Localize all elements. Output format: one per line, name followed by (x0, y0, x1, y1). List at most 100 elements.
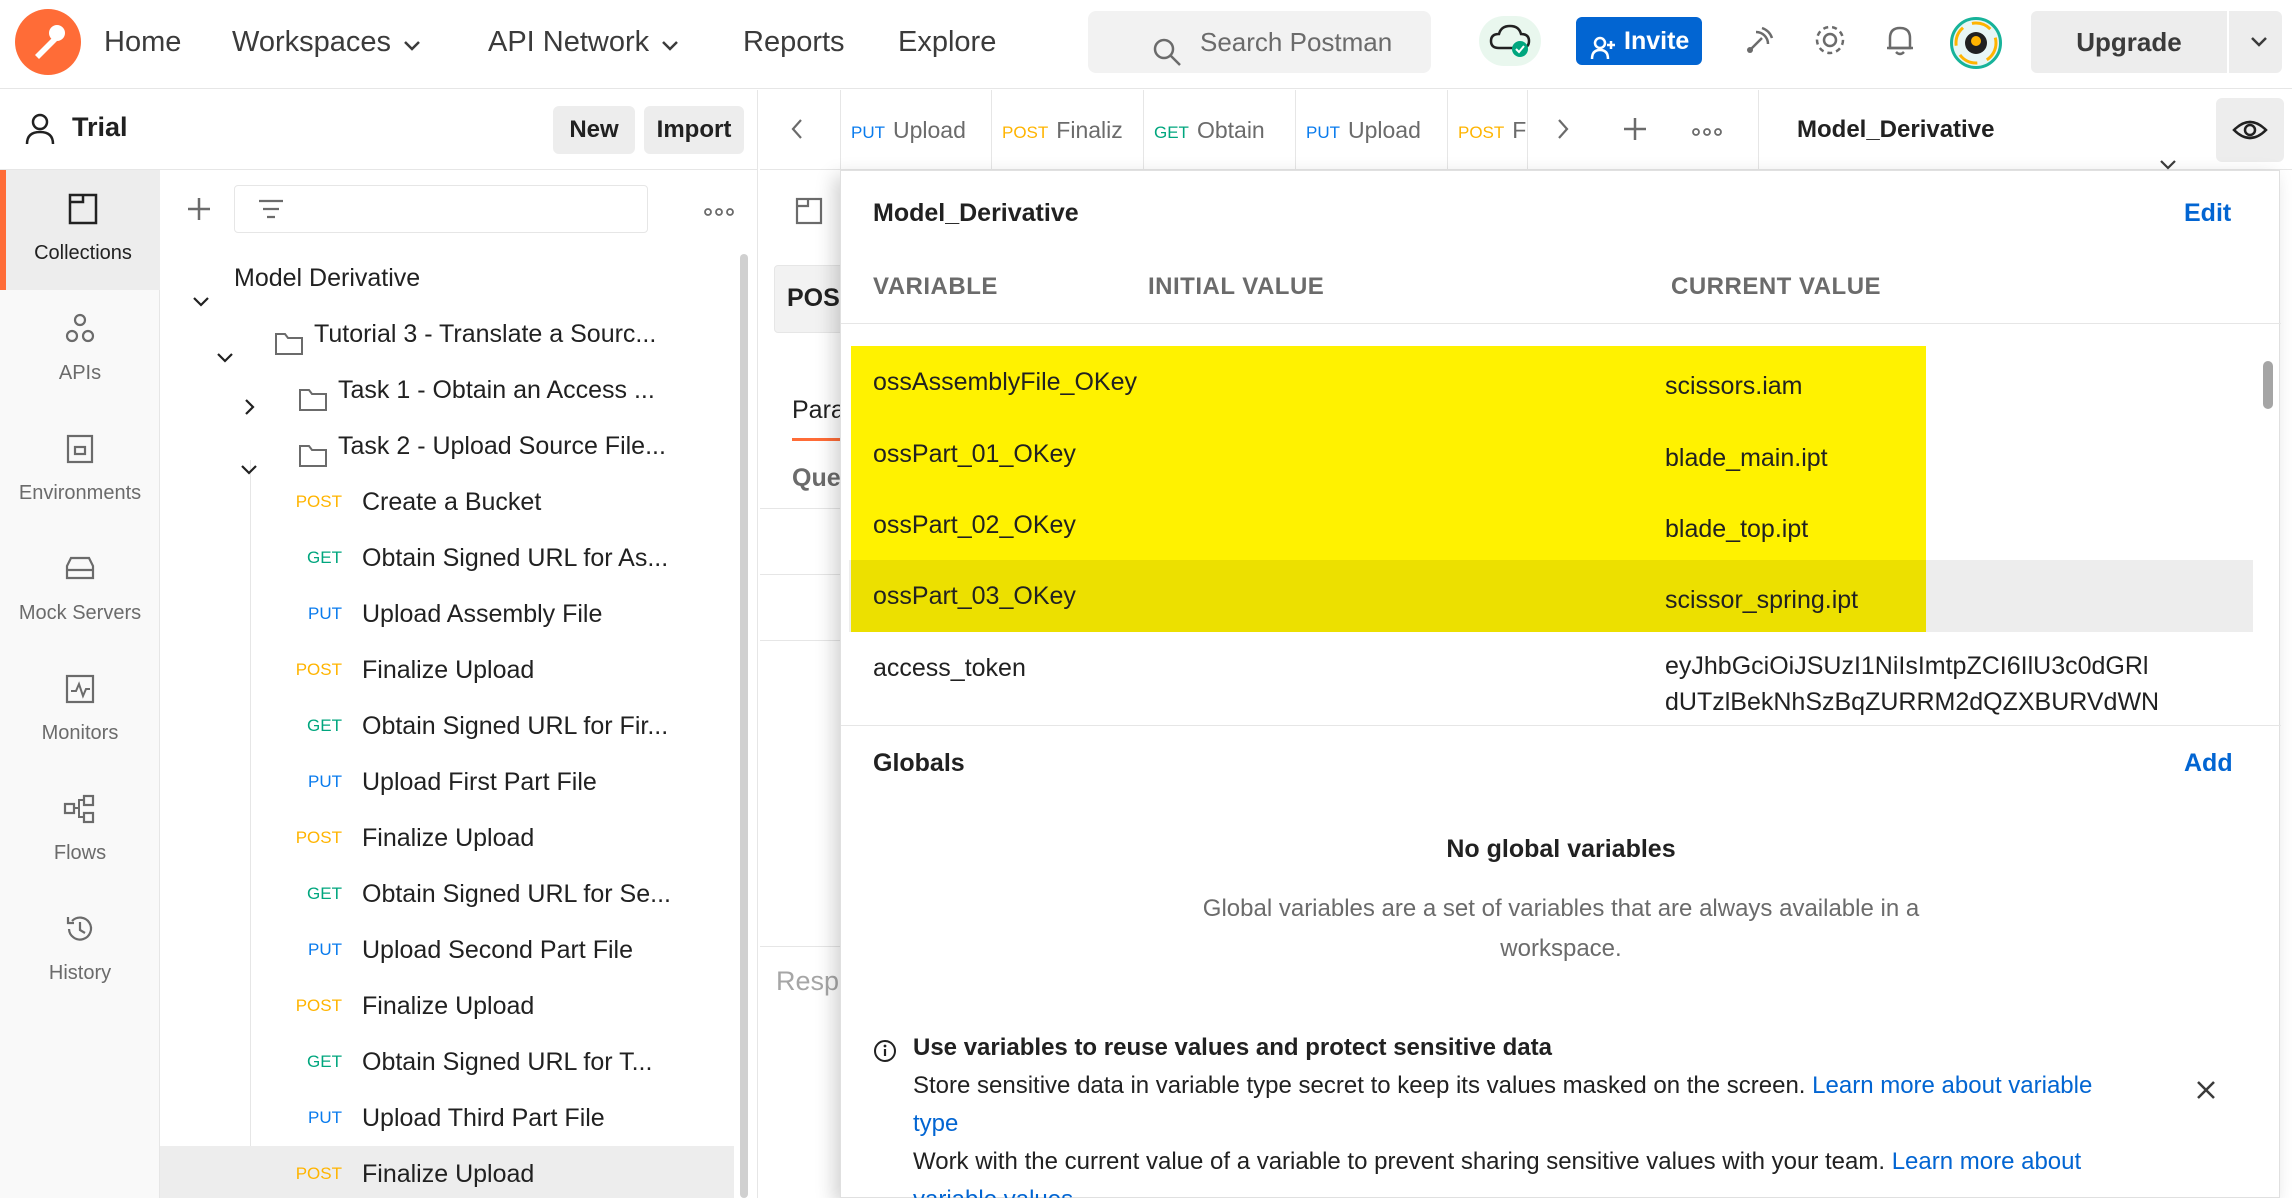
add-global-link[interactable]: Add (2184, 749, 2233, 778)
postman-logo-icon[interactable] (15, 9, 81, 75)
search-input[interactable]: Search Postman (1088, 11, 1431, 73)
new-tab-icon[interactable] (1622, 116, 1648, 147)
mock-servers-icon (0, 552, 160, 592)
tab-3[interactable]: GET Obtain (1144, 90, 1296, 170)
request-item[interactable]: GET Obtain Signed URL for Se... (160, 866, 734, 922)
tab-2[interactable]: POST Finaliz (992, 90, 1144, 170)
edit-env-link[interactable]: Edit (2184, 199, 2231, 228)
variable-row[interactable]: ossAssemblyFile_OKey scissors.iam (849, 346, 2253, 418)
request-item[interactable]: POST Finalize Upload (160, 810, 734, 866)
request-item[interactable]: PUT Upload Assembly File (160, 586, 734, 642)
workspace-name[interactable]: Trial (72, 112, 128, 143)
variable-current-value: scissor_spring.ipt (1665, 586, 1859, 614)
tree-folder-task1[interactable]: Task 1 - Obtain an Access ... (160, 362, 734, 418)
active-tab-indicator (792, 438, 842, 441)
variable-row[interactable]: access_token eyJhbGciOiJSUzI1NiIsImtpZCI… (849, 632, 2253, 722)
learn-more-variable-type-link[interactable]: Learn more about variable (1812, 1072, 2092, 1099)
tree-collection[interactable]: Model Derivative (160, 250, 734, 307)
request-icon (794, 196, 824, 231)
request-item[interactable]: GET Obtain Signed URL for Fir... (160, 698, 734, 754)
filter-icon (257, 198, 285, 225)
variable-row[interactable]: ossPart_01_OKey blade_main.ipt (849, 418, 2253, 490)
request-name: Obtain Signed URL for Fir... (362, 712, 669, 740)
apis-icon (0, 312, 160, 352)
request-item[interactable]: GET Obtain Signed URL for As... (160, 530, 734, 586)
request-item[interactable]: POST Finalize Upload (160, 978, 734, 1034)
tree-folder-task2[interactable]: Task 2 - Upload Source File... (160, 418, 734, 475)
request-item[interactable]: PUT Upload Second Part File (160, 922, 734, 978)
chevron-left-icon[interactable] (790, 118, 804, 145)
tab-4[interactable]: PUT Upload (1296, 90, 1448, 170)
http-method-badge: GET (307, 884, 342, 903)
user-avatar[interactable] (1950, 17, 2002, 69)
variable-name: ossPart_01_OKey (873, 440, 1076, 468)
nav-workspaces[interactable]: Workspaces (232, 0, 421, 84)
environment-quick-look-popover: Model_Derivative Edit VARIABLE INITIAL V… (840, 170, 2281, 1198)
invite-button[interactable]: Invite (1576, 17, 1702, 65)
learn-more-variable-values-link[interactable]: Learn more about (1892, 1148, 2081, 1175)
popover-env-title: Model_Derivative (873, 199, 1079, 227)
chevron-right-icon[interactable] (1556, 118, 1570, 145)
satellite-icon[interactable] (1742, 22, 1778, 63)
more-tabs-icon[interactable] (1692, 124, 1722, 142)
variable-row[interactable]: ossPart_02_OKey blade_top.ipt (849, 489, 2253, 561)
rail-mock-servers[interactable]: Mock Servers (0, 530, 160, 650)
environment-quick-look-button[interactable] (2216, 98, 2284, 162)
rail-collections[interactable]: Collections (0, 170, 160, 290)
tree-folder-tutorial3[interactable]: Tutorial 3 - Translate a Sourc... (160, 306, 734, 363)
request-item[interactable]: PUT Upload First Part File (160, 754, 734, 810)
import-button[interactable]: Import (644, 106, 744, 154)
request-item[interactable]: POST Finalize Upload (160, 1146, 734, 1198)
sidebar-scrollbar[interactable] (740, 254, 748, 1198)
response-label: Resp (776, 966, 840, 996)
rail-history[interactable]: History (0, 890, 160, 1010)
nav-api-network[interactable]: API Network (488, 0, 679, 84)
params-tab[interactable]: Para (792, 396, 845, 425)
divider (760, 574, 840, 575)
settings-gear-icon[interactable] (1812, 22, 1848, 63)
more-options-icon[interactable] (704, 204, 734, 222)
variable-row[interactable]: ossPart_03_OKey scissor_spring.ipt (849, 560, 2253, 632)
request-item[interactable]: POST Create a Bucket (160, 474, 734, 530)
http-method-badge: PUT (308, 1108, 342, 1127)
close-icon[interactable] (2195, 1075, 2217, 1113)
nav-reports[interactable]: Reports (743, 0, 845, 84)
popover-scrollbar[interactable] (2263, 361, 2273, 409)
nav-home[interactable]: Home (104, 0, 181, 84)
request-name: Obtain Signed URL for Se... (362, 880, 671, 908)
environments-icon (0, 432, 160, 472)
add-icon[interactable] (186, 196, 212, 227)
http-method-badge: GET (307, 548, 342, 567)
http-method-badge: POST (295, 492, 342, 511)
tab-5[interactable]: POST F (1448, 90, 1528, 170)
learn-more-variable-type-link-cont[interactable]: type (913, 1110, 958, 1137)
http-method-badge: GET (307, 1052, 342, 1071)
filter-input[interactable] (234, 185, 648, 233)
variable-current-value: blade_main.ipt (1665, 444, 1828, 472)
chevron-down-icon[interactable] (2249, 11, 2269, 95)
upgrade-button[interactable]: Upgrade (2031, 11, 2282, 73)
learn-more-variable-values-link-cont[interactable]: variable values (913, 1186, 1073, 1198)
upgrade-label: Upgrade (2076, 27, 2182, 57)
cloud-sync-icon[interactable] (1479, 16, 1541, 66)
environment-selector[interactable]: Model_Derivative (1758, 90, 2216, 170)
request-item[interactable]: PUT Upload Third Part File (160, 1090, 734, 1146)
divider (760, 508, 840, 509)
rail-flows[interactable]: Flows (0, 770, 160, 890)
divider (2227, 11, 2229, 73)
request-item[interactable]: POST Finalize Upload (160, 642, 734, 698)
info-line-1: Store sensitive data in variable type se… (913, 1072, 2093, 1137)
new-button[interactable]: New (553, 106, 635, 154)
request-name: Obtain Signed URL for As... (362, 544, 669, 572)
rail-monitors[interactable]: Monitors (0, 650, 160, 770)
workspace-header: Trial New Import (0, 90, 758, 170)
nav-explore[interactable]: Explore (898, 0, 996, 84)
request-item[interactable]: GET Obtain Signed URL for T... (160, 1034, 734, 1090)
notifications-bell-icon[interactable] (1884, 22, 1916, 63)
rail-environments[interactable]: Environments (0, 410, 160, 530)
http-method-badge: POST (295, 828, 342, 847)
request-name: Upload Assembly File (362, 600, 603, 628)
http-method-badge: PUT (308, 604, 342, 623)
rail-apis[interactable]: APIs (0, 290, 160, 410)
tab-1[interactable]: PUT Upload (840, 90, 992, 170)
